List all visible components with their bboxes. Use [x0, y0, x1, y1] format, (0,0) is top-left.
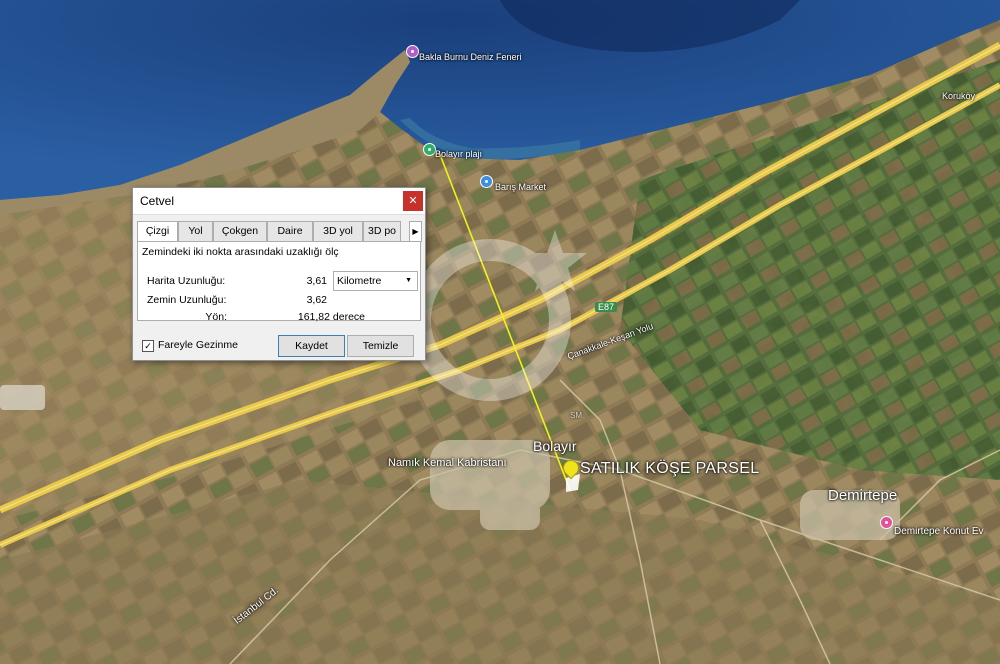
- mouse-nav-label: Fareyle Gezinme: [158, 339, 238, 351]
- label-demirtepe: Demirtepe: [828, 487, 898, 504]
- tab-polygon[interactable]: Çokgen: [213, 221, 267, 242]
- label-demirtepe-konut: Demirtepe Konut Ev: [894, 526, 984, 537]
- ground-length-value: 3,62: [306, 294, 327, 306]
- label-kabristan: Namık Kemal Kabristanı: [388, 457, 507, 469]
- heading-label: Yön:: [205, 311, 227, 323]
- map-length-label: Harita Uzunluğu:: [147, 275, 226, 287]
- lighthouse-pin-icon[interactable]: [406, 45, 419, 58]
- label-bolayir: Bolayır: [533, 438, 577, 454]
- close-icon[interactable]: ✕: [403, 191, 423, 211]
- map-length-value: 3,61: [306, 275, 327, 287]
- save-button[interactable]: Kaydet: [278, 335, 345, 357]
- ground-length-label: Zemin Uzunluğu:: [147, 294, 227, 306]
- heading-value: 161,82 derece: [297, 311, 365, 323]
- label-lighthouse: Bakla Burnu Deniz Feneri: [419, 52, 522, 62]
- measure-panel: Zemindeki iki nokta arasındaki uzaklığı …: [137, 241, 421, 323]
- chevron-down-icon: ▼: [405, 277, 412, 284]
- unit-select-value: Kilometre: [337, 275, 382, 287]
- watermark-sm: SM: [570, 411, 582, 420]
- mouse-nav-checkbox[interactable]: ✓: [142, 340, 154, 352]
- ruler-dialog[interactable]: Cetvel ✕ Çizgi Yol Çokgen Daire 3D yol 3…: [132, 187, 426, 361]
- label-market: Barış Market: [495, 182, 547, 192]
- clear-button[interactable]: Temizle: [347, 335, 414, 357]
- tab-scroll-right-icon[interactable]: ▶: [409, 221, 422, 242]
- label-beach: Bolayır plajı: [435, 149, 483, 159]
- tab-3d-polygon[interactable]: 3D po: [363, 221, 401, 242]
- tab-bar: Çizgi Yol Çokgen Daire 3D yol 3D po ▶: [137, 221, 422, 243]
- tab-3d-path[interactable]: 3D yol: [313, 221, 363, 242]
- market-pin-icon[interactable]: [480, 175, 493, 188]
- unit-select[interactable]: Kilometre ▼: [333, 271, 418, 291]
- village-west: [0, 385, 45, 410]
- tab-circle[interactable]: Daire: [267, 221, 313, 242]
- measure-description: Zemindeki iki nokta arasındaki uzaklığı …: [142, 246, 339, 258]
- tab-line[interactable]: Çizgi: [137, 221, 178, 243]
- label-parsel: SATILIK KÖŞE PARSEL: [580, 460, 760, 477]
- tab-path[interactable]: Yol: [178, 221, 213, 242]
- label-korukoy: Koruköy: [942, 91, 976, 101]
- dialog-titlebar[interactable]: Cetvel ✕: [133, 188, 425, 215]
- demirtepe-pin-icon[interactable]: [880, 516, 893, 529]
- dialog-title: Cetvel: [140, 194, 175, 208]
- road-shield-e87: E87: [595, 302, 618, 312]
